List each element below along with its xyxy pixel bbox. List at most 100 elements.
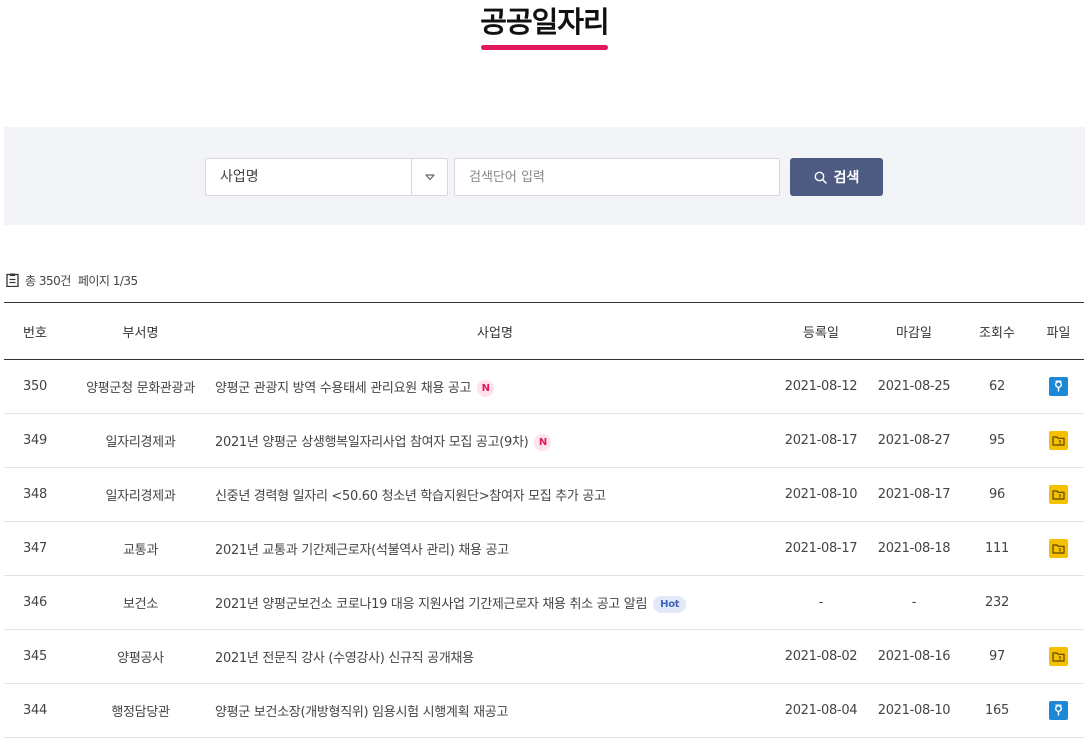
table-row[interactable]: 348 일자리경제과 신중년 경력형 일자리 <50.60 청소년 학습지원단>참여… [4, 467, 1084, 522]
deadline-date: 2021-08-18 [877, 541, 951, 556]
table-row[interactable]: 347 교통과 2021년 교통과 기간제근로자(석불역사 관리) 채용 공고 202… [4, 521, 1084, 576]
view-count: 96 [989, 487, 1005, 502]
job-title-link-cell: 양평군 관광지 방역 수용태세 관리요원 채용 공고 N [215, 359, 775, 414]
department-name: 양평군청 문화관광과 [86, 381, 195, 396]
registration-date: 2021-08-02 [784, 649, 858, 664]
row-number: 344 [23, 703, 47, 718]
job-title-link-cell: 신중년 경력형 일자리 <50.60 청소년 학습지원단>참여자 모집 추가 공… [215, 467, 775, 522]
column-header: 사업명 [215, 302, 775, 360]
table-row[interactable]: 344 행정담당관 양평군 보건소장(개방형직위) 임용시험 시행계획 재공고 202… [4, 683, 1084, 738]
deadline-date: - [911, 595, 917, 610]
deadline-date: 2021-08-16 [877, 649, 951, 664]
job-title-link[interactable]: 신중년 경력형 일자리 <50.60 청소년 학습지원단>참여자 모집 추가 공… [215, 489, 606, 504]
dropdown-arrow-icon[interactable] [411, 159, 447, 195]
deadline-date: 2021-08-17 [877, 487, 951, 502]
registration-date-cell: 2021-08-17 [775, 413, 867, 468]
row-number-cell: 350 [4, 359, 66, 414]
job-title-link-cell: 2021년 양평군보건소 코로나19 대응 지원사업 기간제근로자 채용 취소 … [215, 575, 775, 630]
attachment-cell [1033, 629, 1084, 684]
attachment-cell [1033, 413, 1084, 468]
job-title-link[interactable]: 양평군 보건소장(개방형직위) 임용시험 시행계획 재공고 [215, 705, 508, 720]
deadline-date: 2021-08-10 [877, 703, 951, 718]
zip-file-icon[interactable] [1049, 431, 1068, 450]
registration-date: 2021-08-17 [784, 541, 858, 556]
zip-file-icon[interactable] [1049, 485, 1068, 504]
column-header: 마감일 [867, 302, 961, 360]
search-category-select[interactable]: 사업명 [205, 158, 448, 196]
column-header: 부서명 [66, 302, 215, 360]
column-header: 번호 [4, 302, 66, 360]
row-number: 345 [23, 649, 47, 664]
view-count-cell: 97 [961, 629, 1033, 684]
registration-date: - [818, 595, 824, 610]
job-title-link[interactable]: 2021년 전문직 강사 (수영강사) 신규직 공개채용 [215, 651, 474, 666]
department-name: 보건소 [123, 597, 158, 612]
view-count-cell: 165 [961, 683, 1033, 738]
department-name: 일자리경제과 [105, 435, 176, 450]
table-row[interactable]: 350 양평군청 문화관광과 양평군 관광지 방역 수용태세 관리요원 채용 공고 N… [4, 359, 1084, 414]
row-number-cell: 346 [4, 575, 66, 630]
view-count: 111 [985, 541, 1009, 556]
registration-date: 2021-08-12 [784, 379, 858, 394]
deadline-date-cell: 2021-08-27 [867, 413, 961, 468]
deadline-date-cell: 2021-08-25 [867, 359, 961, 414]
zip-file-icon[interactable] [1049, 647, 1068, 666]
job-title-link[interactable]: 2021년 교통과 기간제근로자(석불역사 관리) 채용 공고 [215, 543, 509, 558]
department-name-cell: 양평공사 [66, 629, 215, 684]
table-row[interactable]: 346 보건소 2021년 양평군보건소 코로나19 대응 지원사업 기간제근로자 … [4, 575, 1084, 630]
job-title-link[interactable]: 2021년 양평군 상생행복일자리사업 참여자 모집 공고(9차) [215, 435, 529, 450]
search-category-value: 사업명 [220, 169, 259, 185]
registration-date-cell: 2021-08-17 [775, 521, 867, 576]
search-area: 사업명 검색 [4, 127, 1085, 225]
registration-date: 2021-08-10 [784, 487, 858, 502]
search-button[interactable]: 검색 [790, 158, 883, 196]
department-name-cell: 보건소 [66, 575, 215, 630]
search-icon [814, 171, 827, 184]
column-header: 파일 [1033, 302, 1084, 360]
department-name: 양평공사 [117, 651, 164, 666]
department-name-cell: 행정담당관 [66, 683, 215, 738]
table-row[interactable]: 349 일자리경제과 2021년 양평군 상생행복일자리사업 참여자 모집 공고(9… [4, 413, 1084, 468]
hwp-file-icon[interactable] [1049, 377, 1068, 396]
row-number: 350 [23, 379, 47, 394]
page-header: 공공일자리 [0, 0, 1089, 60]
job-title-link[interactable]: 2021년 양평군보건소 코로나19 대응 지원사업 기간제근로자 채용 취소 … [215, 597, 647, 612]
zip-file-icon[interactable] [1049, 539, 1068, 558]
new-badge: N [534, 433, 552, 451]
registration-date-cell: 2021-08-10 [775, 467, 867, 522]
department-name-cell: 양평군청 문화관광과 [66, 359, 215, 414]
list-summary: 총 350건 페이지 1/35 [6, 271, 138, 289]
search-input[interactable] [454, 158, 780, 196]
row-number: 349 [23, 433, 47, 448]
registration-date-cell: 2021-08-12 [775, 359, 867, 414]
view-count-cell: 95 [961, 413, 1033, 468]
column-header: 등록일 [775, 302, 867, 360]
page-title: 공공일자리 [480, 5, 609, 39]
row-number-cell: 348 [4, 467, 66, 522]
job-title-link-cell: 2021년 교통과 기간제근로자(석불역사 관리) 채용 공고 [215, 521, 775, 576]
registration-date: 2021-08-04 [784, 703, 858, 718]
job-title-link-cell: 2021년 양평군 상생행복일자리사업 참여자 모집 공고(9차) N [215, 413, 775, 468]
title-underline [481, 45, 608, 50]
table-row[interactable]: 345 양평공사 2021년 전문직 강사 (수영강사) 신규직 공개채용 2021-… [4, 629, 1084, 684]
table-header-row: 번호 부서명 사업명 등록일 마감일 조회수 파일 [4, 302, 1084, 360]
search-button-label: 검색 [833, 170, 860, 186]
department-name-cell: 교통과 [66, 521, 215, 576]
attachment-cell [1033, 359, 1084, 414]
total-count: 총 350건 [25, 273, 71, 288]
document-icon [6, 273, 19, 287]
department-name-cell: 일자리경제과 [66, 413, 215, 468]
view-count-cell: 96 [961, 467, 1033, 522]
row-number: 348 [23, 487, 47, 502]
hot-badge: Hot [653, 595, 687, 613]
job-title-link[interactable]: 양평군 관광지 방역 수용태세 관리요원 채용 공고 [215, 381, 472, 396]
deadline-date-cell: 2021-08-18 [867, 521, 961, 576]
hwp-file-icon[interactable] [1049, 701, 1068, 720]
deadline-date-cell: 2021-08-10 [867, 683, 961, 738]
row-number-cell: 345 [4, 629, 66, 684]
view-count-cell: 62 [961, 359, 1033, 414]
job-listing-table: 번호 부서명 사업명 등록일 마감일 조회수 파일 350 양평군청 문화관광과 양… [4, 302, 1084, 738]
view-count-cell: 232 [961, 575, 1033, 630]
row-number-cell: 344 [4, 683, 66, 738]
view-count-cell: 111 [961, 521, 1033, 576]
